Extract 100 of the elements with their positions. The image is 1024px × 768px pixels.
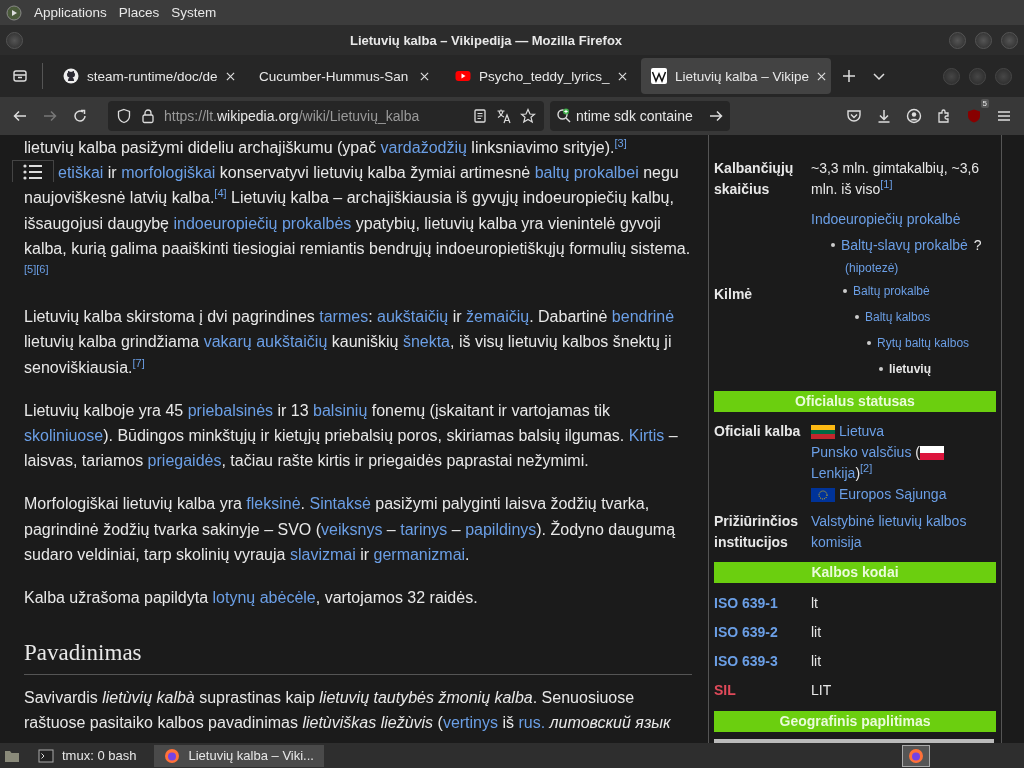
- w-logo-icon: [651, 68, 667, 84]
- reference-link[interactable]: [5]: [24, 262, 37, 275]
- flag-icon: [811, 488, 835, 503]
- panel-menu[interactable]: Applications: [34, 5, 107, 20]
- taskbar-button[interactable]: Lietuvių kalba – Viki...: [154, 744, 324, 767]
- link[interactable]: ISO 639-2: [714, 624, 778, 640]
- link[interactable]: papildinys: [465, 520, 537, 538]
- url-text: https://lt.wikipedia.org/wiki/Lietuvių_kalba: [164, 108, 421, 124]
- link[interactable]: etiškai: [58, 164, 104, 182]
- link[interactable]: šnekta: [402, 333, 450, 351]
- link[interactable]: Sintaksė: [309, 495, 371, 513]
- link[interactable]: vertinys: [442, 714, 498, 732]
- close-icon[interactable]: [225, 71, 235, 81]
- browser-tab[interactable]: Cucumber-Hummus-San: [249, 58, 439, 94]
- contents-button[interactable]: [12, 160, 54, 183]
- window-title: Lietuvių kalba – Vikipedija — Mozilla Firefox: [348, 32, 624, 48]
- link[interactable]: vakarų aukštaičių: [203, 333, 328, 351]
- browser-tab[interactable]: Psycho_teddy_lyrics_: [445, 58, 635, 94]
- link[interactable]: balsinių: [313, 401, 368, 419]
- reference-link[interactable]: [3]: [614, 136, 627, 149]
- search-icon: [556, 108, 572, 124]
- close-icon[interactable]: [617, 71, 627, 81]
- link[interactable]: tarmes: [319, 308, 369, 326]
- link[interactable]: žemaičių: [466, 308, 530, 326]
- tree-leaf: lietuvių: [889, 361, 931, 378]
- link[interactable]: slavizmai: [289, 545, 356, 563]
- address-bar[interactable]: https://lt.wikipedia.org/wiki/Lietuvių_kalba: [108, 101, 544, 131]
- link[interactable]: Lenkija: [811, 465, 856, 481]
- link[interactable]: SIL: [714, 682, 736, 698]
- paragraph: Morfologiškai lietuvių kalba yra fleksinė. Sintaksė pasižymi palyginti laisva žodžių tvarka, pagrindinė žodžių tvarka sakinyje – SVO (veiksnys – tarinys – papildinys). Žodyno daugumą sudaro veldiniai, tarp skolinių vyrauja slavizmai ir germanizmai.: [24, 494, 677, 565]
- link[interactable]: bendrinė: [611, 308, 675, 326]
- panel-menu[interactable]: Places: [118, 5, 160, 20]
- lock-icon[interactable]: [140, 108, 156, 124]
- link[interactable]: Kirtis: [628, 427, 665, 445]
- paragraph: Kalba užrašoma papildyta lotynų abėcėle, vartojamos 32 raidės.: [24, 588, 479, 609]
- flag-icon: [919, 446, 944, 461]
- question-mark: ?: [973, 236, 982, 255]
- tab-title: Psycho_teddy_lyrics_: [479, 68, 610, 84]
- paragraph: Savivardis lietùvių kalbà suprastinas kaip lietuvių tautybės žmonių kalba. Senuosiuose raštuose pasitaiko kalbos pavadinimas lietùviškas liežùvis (vertinys iš rus. литовский язык: [24, 688, 672, 734]
- link[interactable]: Indoeuropiečių prokalbė: [811, 206, 961, 232]
- firefox-icon: [164, 747, 181, 764]
- panel-menu[interactable]: System: [171, 5, 217, 20]
- reference-link[interactable]: [1]: [880, 178, 893, 191]
- list-icon: [23, 163, 43, 180]
- bullet-icon: [867, 341, 871, 345]
- link[interactable]: fleksinė: [246, 495, 301, 513]
- link[interactable]: Baltų-slavų prokalbė: [841, 232, 968, 258]
- link[interactable]: aukštaičių: [377, 308, 449, 326]
- link[interactable]: vardažodžių: [380, 139, 467, 156]
- tray-button[interactable]: [902, 744, 930, 767]
- browser-tab[interactable]: steam-runtime/doc/de: [53, 58, 243, 94]
- link[interactable]: ISO 639-1: [714, 595, 778, 611]
- reference-link[interactable]: [6]: [36, 262, 49, 275]
- translate-icon[interactable]: [496, 108, 512, 124]
- link[interactable]: Europos Sąjunga: [839, 486, 947, 502]
- close-icon[interactable]: [420, 71, 429, 81]
- star-icon[interactable]: [520, 108, 536, 124]
- link[interactable]: Baltų prokalbė: [853, 278, 930, 304]
- link[interactable]: ISO 639-3: [714, 653, 778, 669]
- link[interactable]: Valstybinė lietuvių kalbos komisija: [811, 511, 996, 553]
- infobox-label: Kalbančiųjų skaičius: [714, 159, 795, 199]
- close-icon[interactable]: [817, 71, 827, 81]
- link[interactable]: Lietuva: [839, 423, 885, 439]
- link[interactable]: baltų prokalbei: [534, 164, 639, 182]
- link[interactable]: rus.: [518, 714, 546, 732]
- section-heading: Pavadinimas: [24, 638, 692, 676]
- bullet-icon: [831, 243, 835, 247]
- infobox-value: Punsko valsčius ( Lenkija)$^{[2]}$: [811, 442, 996, 484]
- link[interactable]: indoeuropiečių prokalbės: [173, 214, 352, 232]
- shield-icon[interactable]: [116, 108, 132, 124]
- bullet-icon: [879, 367, 883, 371]
- tab-title: Cucumber-Hummus-San: [259, 68, 410, 84]
- reference-link[interactable]: [2]: [860, 462, 873, 475]
- infobox-value: lt: [811, 594, 819, 613]
- link[interactable]: lotynų abėcėle: [212, 589, 316, 607]
- link[interactable]: veiksnys: [321, 520, 383, 538]
- link[interactable]: priegaidės: [147, 452, 222, 470]
- firefox-icon: [908, 747, 924, 764]
- infobox-value: ~3,3 mln. gimtakalbių, ~3,6 mln. iš viso$^{[1]}$: [811, 159, 981, 199]
- arrow-right-icon[interactable]: [708, 108, 724, 124]
- app-menu-icon[interactable]: [6, 4, 22, 21]
- link[interactable]: priebalsinės: [187, 401, 274, 419]
- bullet-icon: [855, 315, 859, 319]
- link[interactable]: (hipotezė): [845, 261, 899, 275]
- link[interactable]: Baltų kalbos: [865, 304, 931, 330]
- link[interactable]: Rytų baltų kalbos: [877, 330, 970, 356]
- link[interactable]: germanizmai: [373, 545, 466, 563]
- link[interactable]: Punsko valsčius: [811, 444, 912, 460]
- count-badge: 5: [980, 99, 989, 108]
- link[interactable]: skoliniuose: [24, 427, 104, 445]
- link[interactable]: morfologiškai: [121, 164, 216, 182]
- reader-view-icon[interactable]: [472, 108, 488, 124]
- reference-link[interactable]: [4]: [214, 187, 227, 200]
- link[interactable]: tarinys: [400, 520, 448, 538]
- search-field[interactable]: ntime sdk containe: [550, 101, 730, 131]
- infobox-label: Kilmė: [714, 284, 754, 304]
- browser-tab[interactable]: Lietuvių kalba – Vikipe: [641, 58, 831, 94]
- taskbar-button[interactable]: tmux: 0 bash: [28, 744, 147, 767]
- reference-link[interactable]: [7]: [132, 356, 145, 369]
- cat-logo-icon: [63, 68, 79, 84]
